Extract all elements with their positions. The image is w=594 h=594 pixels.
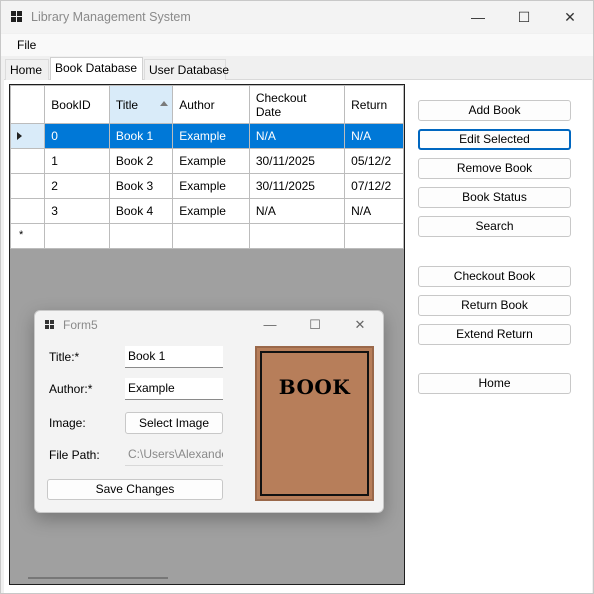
maximize-icon[interactable]: ☐ — [501, 1, 547, 33]
tab-book-database[interactable]: Book Database — [50, 57, 143, 80]
table-row[interactable]: 3 Book 4 Example N/A N/A — [10, 198, 404, 224]
cell-title[interactable]: Book 3 — [108, 173, 174, 199]
app-icon — [11, 11, 23, 23]
cell-title[interactable]: Book 4 — [108, 198, 174, 224]
cell-bookid[interactable]: 2 — [44, 173, 110, 199]
table-row[interactable]: 2 Book 3 Example 30/11/2025 07/12/2 — [10, 173, 404, 199]
title-bar[interactable]: Library Management System — ☐ ✕ — [1, 1, 593, 33]
dialog-close-icon[interactable]: ✕ — [337, 311, 383, 339]
window-title: Library Management System — [31, 10, 191, 24]
book-cover-border: BOOK — [260, 351, 369, 496]
dialog-title-bar[interactable]: Form5 — ☐ ✕ — [35, 311, 383, 339]
cell-bookid[interactable]: 1 — [44, 148, 110, 174]
image-label: Image: — [49, 416, 86, 430]
row-header-corner — [10, 85, 46, 124]
cell-author[interactable]: Example — [172, 173, 250, 199]
dialog-app-icon — [45, 320, 55, 330]
cell-bookid[interactable]: 0 — [44, 123, 110, 149]
minimize-icon[interactable]: — — [455, 1, 501, 33]
extend-return-button[interactable]: Extend Return — [418, 324, 571, 345]
row-header[interactable] — [10, 148, 46, 174]
column-header-checkout-date[interactable]: Checkout Date — [248, 85, 346, 124]
cell-new[interactable] — [44, 223, 110, 249]
row-header[interactable] — [10, 173, 46, 199]
cell-title[interactable]: Book 1 — [108, 123, 174, 149]
edit-book-dialog: Form5 — ☐ ✕ Title:* Book 1 Author:* Exam… — [34, 310, 384, 513]
row-header[interactable] — [10, 123, 46, 149]
cell-return-date[interactable]: 07/12/2 — [344, 173, 404, 199]
cell-return-date[interactable]: N/A — [344, 198, 404, 224]
author-field[interactable]: Example — [125, 378, 223, 400]
tab-strip: Home Book Database User Database — [1, 57, 593, 80]
column-header-title[interactable]: Title — [108, 85, 174, 124]
dialog-minimize-icon[interactable]: — — [247, 311, 293, 339]
book-status-button[interactable]: Book Status — [418, 187, 571, 208]
sort-ascending-icon — [160, 101, 169, 106]
cell-checkout-date[interactable]: N/A — [248, 123, 346, 149]
dialog-title: Form5 — [63, 318, 98, 332]
cell-checkout-date[interactable]: 30/11/2025 — [248, 173, 346, 199]
return-book-button[interactable]: Return Book — [418, 295, 571, 316]
cell-checkout-date[interactable]: 30/11/2025 — [248, 148, 346, 174]
new-row[interactable]: * — [10, 223, 404, 249]
cell-title[interactable]: Book 2 — [108, 148, 174, 174]
cell-author[interactable]: Example — [172, 123, 250, 149]
dialog-maximize-icon[interactable]: ☐ — [292, 311, 338, 339]
author-label: Author:* — [49, 382, 93, 396]
tab-user-database[interactable]: User Database — [144, 59, 229, 80]
table-row[interactable]: 0 Book 1 Example N/A N/A — [10, 123, 404, 149]
book-cover-text: BOOK — [278, 375, 351, 399]
new-row-icon: * — [19, 229, 24, 241]
book-table: BookID Title Author Checkout Date Return… — [10, 85, 404, 249]
column-header-title-label: Title — [115, 97, 139, 112]
cell-new[interactable] — [248, 223, 346, 249]
column-header-bookid[interactable]: BookID — [44, 85, 110, 124]
column-header-return-date[interactable]: Return — [344, 85, 404, 124]
cell-new[interactable] — [108, 223, 174, 249]
file-path-field[interactable]: C:\Users\Alexander — [125, 444, 223, 466]
close-icon[interactable]: ✕ — [547, 1, 593, 33]
title-field[interactable]: Book 1 — [125, 346, 223, 368]
file-path-label: File Path: — [49, 448, 100, 462]
row-header[interactable]: * — [10, 223, 46, 249]
tab-home[interactable]: Home — [5, 59, 49, 80]
cell-author[interactable]: Example — [172, 198, 250, 224]
cell-return-date[interactable]: 05/12/2 — [344, 148, 404, 174]
book-cover-image: BOOK — [255, 346, 374, 501]
add-book-button[interactable]: Add Book — [418, 100, 571, 121]
cell-checkout-date[interactable]: N/A — [248, 198, 346, 224]
remove-book-button[interactable]: Remove Book — [418, 158, 571, 179]
search-button[interactable]: Search — [418, 216, 571, 237]
cell-author[interactable]: Example — [172, 148, 250, 174]
menu-bar: File — [1, 34, 593, 56]
menu-file[interactable]: File — [17, 38, 36, 52]
table-row[interactable]: 1 Book 2 Example 30/11/2025 05/12/2 — [10, 148, 404, 174]
horizontal-scrollbar[interactable] — [28, 577, 168, 579]
row-header[interactable] — [10, 198, 46, 224]
cell-bookid[interactable]: 3 — [44, 198, 110, 224]
cell-new[interactable] — [344, 223, 404, 249]
edit-selected-button[interactable]: Edit Selected — [418, 129, 571, 150]
save-changes-button[interactable]: Save Changes — [47, 479, 223, 500]
checkout-book-button[interactable]: Checkout Book — [418, 266, 571, 287]
title-label: Title:* — [49, 350, 80, 364]
current-row-icon — [17, 132, 22, 140]
home-button[interactable]: Home — [418, 373, 571, 394]
table-header-row: BookID Title Author Checkout Date Return — [10, 85, 404, 124]
cell-new[interactable] — [172, 223, 250, 249]
main-window: Library Management System — ☐ ✕ File Hom… — [0, 0, 594, 594]
cell-return-date[interactable]: N/A — [344, 123, 404, 149]
column-header-author[interactable]: Author — [172, 85, 250, 124]
select-image-button[interactable]: Select Image — [125, 412, 223, 434]
